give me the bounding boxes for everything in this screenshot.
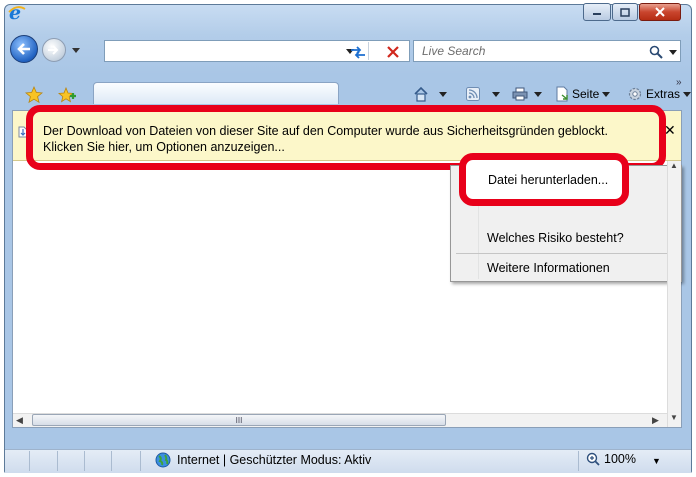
zoom-dropdown-icon[interactable]: ▼ <box>652 456 661 466</box>
scroll-up-arrow-icon[interactable]: ▲ <box>668 161 680 173</box>
globe-icon <box>155 452 171 468</box>
search-input[interactable]: Live Search <box>413 40 681 62</box>
home-dropdown-icon[interactable] <box>439 91 447 97</box>
status-divider <box>111 451 112 471</box>
search-options-icon <box>669 49 677 55</box>
page-dropdown-icon <box>602 91 611 97</box>
infobar-message-line1: Der Download von Dateien von dieser Site… <box>43 124 608 138</box>
security-zone[interactable]: Internet | Geschützter Modus: Aktiv <box>155 452 371 468</box>
page-icon <box>556 86 568 102</box>
zoom-level-button[interactable]: 100% <box>586 452 636 466</box>
search-button[interactable] <box>648 43 678 61</box>
rss-feed-icon <box>466 87 480 101</box>
forward-button[interactable] <box>42 38 66 62</box>
tools-menu-label: Extras <box>646 87 681 101</box>
maximize-icon <box>620 7 630 17</box>
search-icon <box>649 45 663 59</box>
status-divider <box>84 451 85 471</box>
browser-tab[interactable] <box>93 82 339 104</box>
close-icon <box>655 7 665 17</box>
tools-dropdown-icon <box>683 91 692 97</box>
print-dropdown-icon[interactable] <box>534 91 542 97</box>
stop-button[interactable] <box>384 43 402 61</box>
vertical-scrollbar[interactable] <box>667 161 681 427</box>
ie-logo-icon: e <box>8 3 26 21</box>
search-placeholder: Live Search <box>422 44 486 58</box>
menu-item-risk[interactable]: Welches Risiko besteht? <box>487 231 624 245</box>
status-divider <box>29 451 30 471</box>
horizontal-scroll-thumb[interactable]: III <box>32 414 446 426</box>
chevron-down-icon <box>72 47 80 53</box>
scroll-left-arrow-icon[interactable]: ◀ <box>16 413 26 427</box>
tools-menu-button[interactable]: Extras <box>627 84 695 104</box>
home-icon <box>414 86 428 102</box>
back-button[interactable] <box>10 35 38 63</box>
page-menu-label: Seite <box>572 87 600 101</box>
scroll-down-arrow-icon[interactable]: ▼ <box>668 413 680 425</box>
feeds-button[interactable] <box>466 84 500 104</box>
status-divider <box>57 451 58 471</box>
print-button[interactable] <box>512 84 546 104</box>
feeds-dropdown-icon[interactable] <box>492 91 500 97</box>
recent-pages-dropdown[interactable] <box>70 44 82 56</box>
maximize-button[interactable] <box>612 3 638 21</box>
infobar-message[interactable]: Der Download von Dateien von dieser Site… <box>43 123 663 155</box>
close-window-button[interactable] <box>639 3 681 21</box>
infobar-close-icon[interactable]: ✕ <box>664 122 678 138</box>
zoom-icon <box>586 452 600 466</box>
status-divider <box>140 451 141 471</box>
menu-item-more-info[interactable]: Weitere Informationen <box>487 261 610 275</box>
printer-icon <box>512 87 528 101</box>
back-arrow-icon <box>17 43 30 55</box>
security-zone-label: Internet | Geschützter Modus: Aktiv <box>177 453 372 467</box>
add-favorites-icon[interactable] <box>57 86 77 104</box>
minimize-icon <box>593 13 601 15</box>
home-button[interactable] <box>413 84 447 104</box>
refresh-button[interactable] <box>348 43 368 61</box>
stop-icon <box>387 46 399 58</box>
gear-icon <box>628 87 642 101</box>
more-commands-chevron-icon[interactable]: » <box>676 77 690 88</box>
favorites-center-icon[interactable] <box>25 86 43 104</box>
scroll-right-arrow-icon[interactable]: ▶ <box>652 413 662 427</box>
menu-item-download-file[interactable]: Datei herunterladen... <box>488 173 608 187</box>
page-menu-button[interactable]: Seite <box>555 84 625 104</box>
svg-text:e: e <box>9 3 21 21</box>
refresh-icon <box>351 46 365 59</box>
menu-separator <box>456 253 676 254</box>
minimize-button[interactable] <box>583 3 611 21</box>
forward-arrow-icon <box>48 45 59 55</box>
status-divider <box>578 451 579 471</box>
zoom-level-value: 100% <box>604 452 636 466</box>
